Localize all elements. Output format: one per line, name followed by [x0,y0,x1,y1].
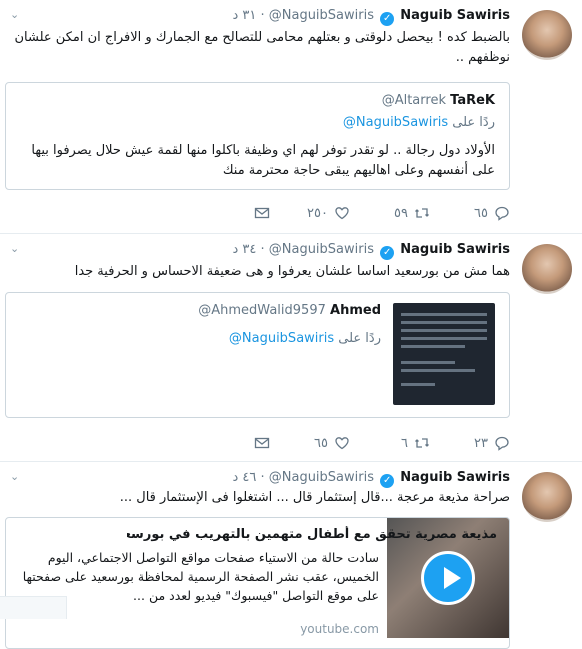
link-card[interactable]: مذيعة مصرية تحقق مع أطفال متهمين بالتهري… [5,517,510,649]
heart-icon [335,437,349,450]
reply-handle[interactable]: @NaguibSawiris [343,115,448,130]
avatar[interactable] [522,472,572,522]
quote-text: الأولاد دول رجالة .. لو تقدر توفر لهم اي… [31,143,495,178]
retweet-icon [415,438,429,448]
tweet-author-name[interactable]: Naguib Sawiris [400,8,510,23]
quote-handle: @Altarrek [381,93,446,108]
like-button[interactable]: ٢٥٠ [307,204,350,222]
retweet-count: ٥٩ [394,205,408,221]
quote-reply-to: ردًا على @NaguibSawiris [343,115,495,130]
avatar[interactable] [522,244,572,294]
reply-icon [495,436,509,451]
tweet-time[interactable]: ٣٤ د [232,242,256,257]
tweet-handle[interactable]: @NaguibSawiris [269,470,374,485]
tweet-header: ٤٦ د · @NaguibSawiris ✓ Naguib Sawiris [232,470,510,488]
quoted-tweet[interactable]: @Altarrek TaReK ردًا على @NaguibSawiris … [5,82,510,190]
reply-prefix: ردًا على [452,115,495,130]
chevron-down-icon[interactable]: ⌄ [10,471,20,482]
tweet-actions: ٢٣ ٦ ٦٥ [245,434,510,452]
dm-button[interactable] [254,204,270,222]
chevron-down-icon[interactable]: ⌄ [10,243,20,254]
quote-author: @AhmedWalid9597 Ahmed [198,303,381,318]
card-description: سادت حالة من الاستياء صفحات مواقع التواص… [22,550,379,603]
like-count: ٢٥٠ [307,205,328,221]
quote-image[interactable] [393,303,495,405]
quote-reply-to: ردًا على @NaguibSawiris [229,331,381,346]
quote-name: TaReK [450,93,495,108]
tweet[interactable]: ⌄ ٤٦ د · @NaguibSawiris ✓ Naguib Sawiris… [0,462,582,649]
reply-prefix: ردًا على [338,331,381,346]
reply-button[interactable]: ٦٥ [474,204,510,222]
tweet-time[interactable]: ٣١ د [232,8,256,23]
quote-handle: @AhmedWalid9597 [198,303,326,318]
tweet-author-name[interactable]: Naguib Sawiris [400,470,510,485]
heart-icon [335,207,349,220]
tweet-header: ٣١ د · @NaguibSawiris ✓ Naguib Sawiris [232,8,510,26]
avatar[interactable] [522,10,572,60]
quote-name: Ahmed [330,303,381,318]
like-button[interactable]: ٦٥ [314,434,350,452]
reply-button[interactable]: ٢٣ [474,434,510,452]
reply-count: ٢٣ [474,435,488,451]
tweet[interactable]: ⌄ ٣١ د · @NaguibSawiris ✓ Naguib Sawiris… [0,0,582,234]
retweet-button[interactable]: ٥٩ [394,204,430,222]
tweet-actions: ٦٥ ٥٩ ٢٥٠ [245,204,510,222]
quote-author: @Altarrek TaReK [382,93,495,108]
tweet-author-name[interactable]: Naguib Sawiris [400,242,510,257]
card-title: مذيعة مصرية تحقق مع أطفال متهمين بالتهري… [127,527,497,542]
retweet-icon [415,208,429,218]
card-domain: youtube.com [300,622,379,636]
retweet-button[interactable]: ٦ [401,434,430,452]
play-icon[interactable] [421,551,475,605]
verified-icon: ✓ [380,12,395,26]
envelope-icon [254,437,270,449]
verified-icon: ✓ [380,474,395,488]
like-count: ٦٥ [314,435,328,451]
tweet-handle[interactable]: @NaguibSawiris [269,242,374,257]
tweet-header: ٣٤ د · @NaguibSawiris ✓ Naguib Sawiris [232,242,510,260]
retweet-count: ٦ [401,435,408,451]
dm-button[interactable] [254,434,270,452]
chevron-down-icon[interactable]: ⌄ [10,9,20,20]
quoted-tweet[interactable]: @AhmedWalid9597 Ahmed ردًا على @NaguibSa… [5,292,510,418]
tweet-text: هما مش من بورسعيد اساسا علشان يعرفوا و ه… [74,264,510,279]
tweet-handle[interactable]: @NaguibSawiris [269,8,374,23]
reply-icon [495,206,509,221]
status-corner [0,596,67,619]
tweet-text: بالضبط كده ! بيحصل دلوقتى و بعتلهم محامى… [14,30,511,65]
tweet-text: صراحة مذيعة مرعجة ...قال إستثمار قال ...… [119,490,510,505]
reply-count: ٦٥ [474,205,488,221]
tweet-time[interactable]: ٤٦ د [232,470,256,485]
tweet[interactable]: ⌄ ٣٤ د · @NaguibSawiris ✓ Naguib Sawiris… [0,234,582,462]
envelope-icon [254,207,270,219]
verified-icon: ✓ [380,246,395,260]
reply-handle[interactable]: @NaguibSawiris [229,331,334,346]
